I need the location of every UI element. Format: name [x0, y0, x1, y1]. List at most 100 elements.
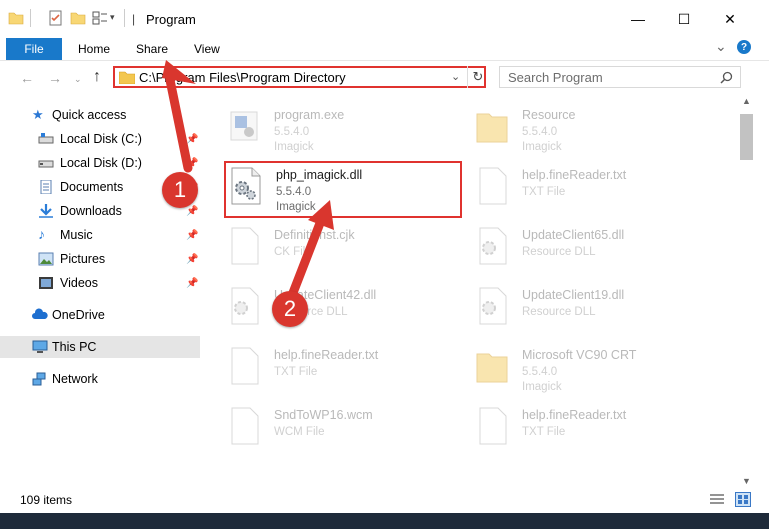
window-title: Program [146, 12, 196, 27]
dll-gear-icon [479, 227, 507, 265]
nav-item-label: OneDrive [52, 308, 105, 322]
file-name: Resource [522, 108, 576, 122]
file-type: CK File [274, 246, 312, 258]
ribbon-collapse-icon[interactable]: ⌄ [715, 38, 727, 55]
customize-icon[interactable] [92, 10, 108, 26]
nav-item-label: Videos [60, 276, 98, 290]
file-version: 5.5.4.0 [522, 126, 558, 138]
pin-icon: 📌 [186, 133, 199, 145]
nav-item-this-pc[interactable]: This PC [0, 336, 200, 358]
pin-icon: 📌 [186, 229, 199, 241]
file-tab[interactable]: File [6, 38, 62, 60]
nav-item-videos[interactable]: Videos 📌 [0, 272, 200, 294]
maximize-button[interactable]: ☐ [661, 0, 707, 38]
title-bar: ▾ | Program — ☐ ✕ [0, 0, 769, 38]
address-bar[interactable]: C:\Program Files\Program Directory ⌄ [113, 66, 486, 88]
divider [124, 9, 125, 27]
file-name: UpdateClient65.dll [522, 228, 625, 242]
recent-locations-icon[interactable]: ⌄ [74, 74, 82, 85]
status-bar: 109 items [0, 490, 769, 510]
back-button[interactable]: ← [20, 70, 34, 86]
file-item-definitions-cjk[interactable]: Definitionst.cjk CK File [227, 222, 463, 278]
file-company: Imagick [522, 141, 562, 153]
nav-item-label: Pictures [60, 252, 106, 266]
nav-item-pictures[interactable]: Pictures 📌 [0, 248, 200, 270]
vertical-scrollbar[interactable]: ▲ ▼ [738, 96, 755, 490]
folder-icon [476, 113, 508, 143]
file-item-sndtowp16-wcm[interactable]: SndToWP16.wcm WCM File [227, 402, 463, 458]
nav-item-quick-access[interactable]: ★ Quick access [0, 104, 200, 126]
file-item-program-exe[interactable]: program.exe 5.5.4.0 Imagick [227, 102, 463, 158]
help-icon[interactable]: ? [737, 40, 751, 54]
large-icons-view-icon[interactable] [735, 492, 751, 507]
file-item-resource-folder[interactable]: Resource 5.5.4.0 Imagick [475, 102, 711, 158]
videos-icon [39, 277, 53, 289]
file-type: Resource DLL [522, 306, 596, 318]
divider [30, 9, 31, 27]
tab-view[interactable]: View [194, 42, 220, 56]
new-folder-icon[interactable] [70, 10, 86, 26]
file-name: help.fineReader.txt [274, 348, 379, 362]
search-input[interactable]: Search Program [508, 70, 603, 85]
file-type: TXT File [274, 366, 318, 378]
item-count: 109 items [20, 493, 73, 507]
tab-home[interactable]: Home [78, 42, 110, 56]
minimize-button[interactable]: — [615, 0, 661, 38]
file-item-help-finereader-txt[interactable]: help.fineReader.txt TXT File [227, 342, 463, 398]
scroll-down-icon[interactable]: ▼ [742, 476, 751, 486]
forward-button[interactable]: → [48, 70, 62, 86]
details-view-icon[interactable] [710, 493, 724, 506]
nav-item-label: This PC [52, 340, 97, 354]
drive-icon [38, 133, 54, 144]
file-name: program.exe [274, 108, 345, 122]
file-name: Microsoft VC90 CRT [522, 348, 637, 362]
nav-item-onedrive[interactable]: OneDrive [0, 304, 200, 326]
nav-item-label: Documents [60, 180, 124, 194]
tab-share[interactable]: Share [136, 42, 168, 56]
annotation-badge-1: 1 [162, 172, 198, 208]
refresh-button[interactable]: ↻ [467, 66, 488, 88]
search-icon[interactable] [720, 71, 733, 84]
navigation-pane: ★ Quick access Local Disk (C:) 📌 Local D… [0, 100, 200, 470]
pin-icon: 📌 [186, 277, 199, 289]
nav-item-local-disk-d[interactable]: Local Disk (D:) 📌 [0, 152, 200, 174]
folder-icon [119, 71, 135, 84]
folder-icon [8, 12, 24, 25]
cloud-icon [32, 308, 48, 319]
network-icon [32, 372, 46, 386]
search-box[interactable]: Search Program [499, 66, 741, 88]
pin-icon: 📌 [186, 157, 199, 169]
file-item-microsoft-vc90-crt[interactable]: Microsoft VC90 CRT 5.5.4.0 Imagick [475, 342, 711, 398]
file-item-help-finereader-txt-2[interactable]: help.fineReader.txt TXT File [475, 162, 711, 218]
document-icon [231, 407, 259, 445]
file-type: WCM File [274, 426, 325, 438]
document-icon [479, 407, 507, 445]
properties-icon[interactable] [48, 10, 64, 26]
file-name: Definitionst.cjk [274, 228, 355, 242]
title-separator: | [132, 12, 136, 26]
nav-item-label: Local Disk (D:) [60, 156, 142, 170]
qa-dropdown-icon[interactable]: ▾ [110, 12, 115, 23]
nav-item-local-disk-c[interactable]: Local Disk (C:) 📌 [0, 128, 200, 150]
dll-gear-icon [231, 287, 259, 325]
nav-item-label: Music [60, 228, 93, 242]
scroll-thumb[interactable] [740, 114, 753, 160]
file-item-updateclient42-dll[interactable]: UpdateClient42.dll Resource DLL [227, 282, 463, 338]
file-item-updateclient19-dll[interactable]: UpdateClient19.dll Resource DLL [475, 282, 711, 338]
close-button[interactable]: ✕ [707, 0, 753, 38]
file-item-help-finereader-txt-3[interactable]: help.fineReader.txt TXT File [475, 402, 711, 458]
address-dropdown-icon[interactable]: ⌄ [451, 70, 460, 83]
file-version: 5.5.4.0 [522, 366, 558, 378]
file-item-updateclient65-dll[interactable]: UpdateClient65.dll Resource DLL [475, 222, 711, 278]
nav-item-network[interactable]: Network [0, 368, 200, 390]
nav-item-label: Quick access [52, 108, 127, 122]
nav-item-label: Downloads [60, 204, 122, 218]
scroll-up-icon[interactable]: ▲ [742, 96, 751, 106]
star-icon: ★ [32, 107, 44, 122]
dll-gear-icon [479, 287, 507, 325]
file-type: TXT File [522, 186, 566, 198]
desktop-background-strip [0, 513, 769, 529]
document-icon [231, 347, 259, 385]
up-button[interactable]: ↑ [93, 68, 101, 86]
nav-item-music[interactable]: ♪ Music 📌 [0, 224, 200, 246]
